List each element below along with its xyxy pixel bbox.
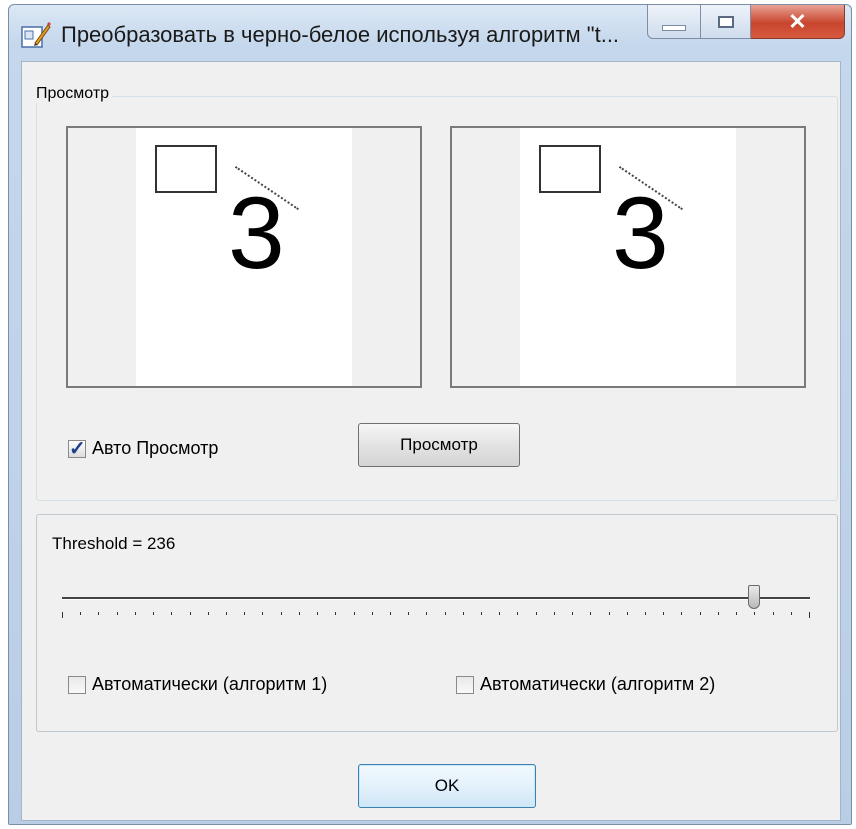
slider-tick xyxy=(572,612,573,615)
minimize-button[interactable] xyxy=(647,5,701,39)
slider-tick xyxy=(554,612,555,615)
slider-tick xyxy=(354,612,355,615)
original-preview-image: 3 xyxy=(66,126,422,388)
preview-button[interactable]: Просмотр xyxy=(358,423,520,467)
caption-buttons: ✕ xyxy=(647,5,845,39)
pencil-edit-icon xyxy=(21,22,51,48)
threshold-slider-thumb[interactable] xyxy=(748,585,760,609)
slider-tick xyxy=(499,612,500,615)
slider-tick xyxy=(408,612,409,615)
dialog-client-area: 3 3 Авто Просмотр Просмотр Threshold = 2… xyxy=(21,61,841,821)
slider-tick xyxy=(372,612,373,615)
minimize-icon xyxy=(662,24,686,31)
slider-tick xyxy=(153,612,154,615)
checkbox-checked-icon[interactable] xyxy=(68,436,86,461)
auto-algorithm-2-label: Автоматически (алгоритм 2) xyxy=(480,674,716,694)
slider-ticks xyxy=(62,612,810,620)
slider-tick xyxy=(627,612,628,615)
slider-tick xyxy=(517,612,518,615)
close-icon: ✕ xyxy=(788,8,807,34)
rectangle-shape xyxy=(539,145,601,193)
dialog-window: Преобразовать в черно-белое используя ал… xyxy=(8,4,852,825)
slider-tick xyxy=(773,612,774,615)
auto-algorithm-1-label: Автоматически (алгоритм 1) xyxy=(92,674,328,694)
close-button[interactable]: ✕ xyxy=(751,5,845,39)
slider-tick xyxy=(226,612,227,615)
slider-tick xyxy=(700,612,701,615)
slider-tick xyxy=(171,612,172,615)
slider-tick xyxy=(98,612,99,615)
slider-tick xyxy=(718,612,719,615)
maximize-icon xyxy=(717,15,734,28)
window-title: Преобразовать в черно-белое используя ал… xyxy=(61,22,620,47)
slider-tick xyxy=(590,612,591,615)
slider-tick xyxy=(281,612,282,615)
title-bar[interactable]: Преобразовать в черно-белое используя ал… xyxy=(9,5,851,61)
auto-preview-checkbox[interactable]: Авто Просмотр xyxy=(68,436,219,461)
slider-tick xyxy=(135,612,136,615)
slider-tick xyxy=(299,612,300,615)
auto-algorithm-1-checkbox[interactable]: Автоматически (алгоритм 1) xyxy=(68,674,327,695)
slider-tick xyxy=(208,612,209,615)
slider-tick xyxy=(117,612,118,615)
preview-page: 3 xyxy=(520,128,736,386)
slider-tick xyxy=(335,612,336,615)
rectangle-shape xyxy=(155,145,217,193)
digit-text: 3 xyxy=(228,176,285,290)
slider-tick xyxy=(754,612,755,615)
digit-text: 3 xyxy=(612,176,669,290)
slider-tick xyxy=(609,612,610,615)
slider-tick xyxy=(445,612,446,615)
slider-tick xyxy=(791,612,792,615)
preview-group-label: Просмотр xyxy=(33,85,113,103)
slider-tick xyxy=(809,612,810,618)
slider-tick xyxy=(645,612,646,615)
checkbox-unchecked-icon[interactable] xyxy=(68,675,86,694)
slider-tick xyxy=(62,612,63,618)
checkbox-unchecked-icon[interactable] xyxy=(456,675,474,694)
auto-algorithm-2-checkbox[interactable]: Автоматически (алгоритм 2) xyxy=(456,674,715,695)
slider-tick xyxy=(663,612,664,615)
preview-page: 3 xyxy=(136,128,352,386)
slider-tick xyxy=(536,612,537,615)
slider-tick xyxy=(244,612,245,615)
result-preview-image: 3 xyxy=(450,126,806,388)
slider-tick xyxy=(317,612,318,615)
threshold-value-label: Threshold = 236 xyxy=(52,534,176,553)
threshold-slider-track[interactable] xyxy=(62,597,810,600)
slider-tick xyxy=(426,612,427,615)
ok-button[interactable]: OK xyxy=(358,764,536,808)
slider-tick xyxy=(390,612,391,615)
slider-tick xyxy=(80,612,81,615)
slider-tick xyxy=(681,612,682,615)
maximize-button[interactable] xyxy=(701,5,751,39)
slider-tick xyxy=(463,612,464,615)
auto-preview-label: Авто Просмотр xyxy=(92,438,219,458)
slider-tick xyxy=(481,612,482,615)
slider-tick xyxy=(736,612,737,615)
slider-tick xyxy=(190,612,191,615)
slider-tick xyxy=(262,612,263,615)
